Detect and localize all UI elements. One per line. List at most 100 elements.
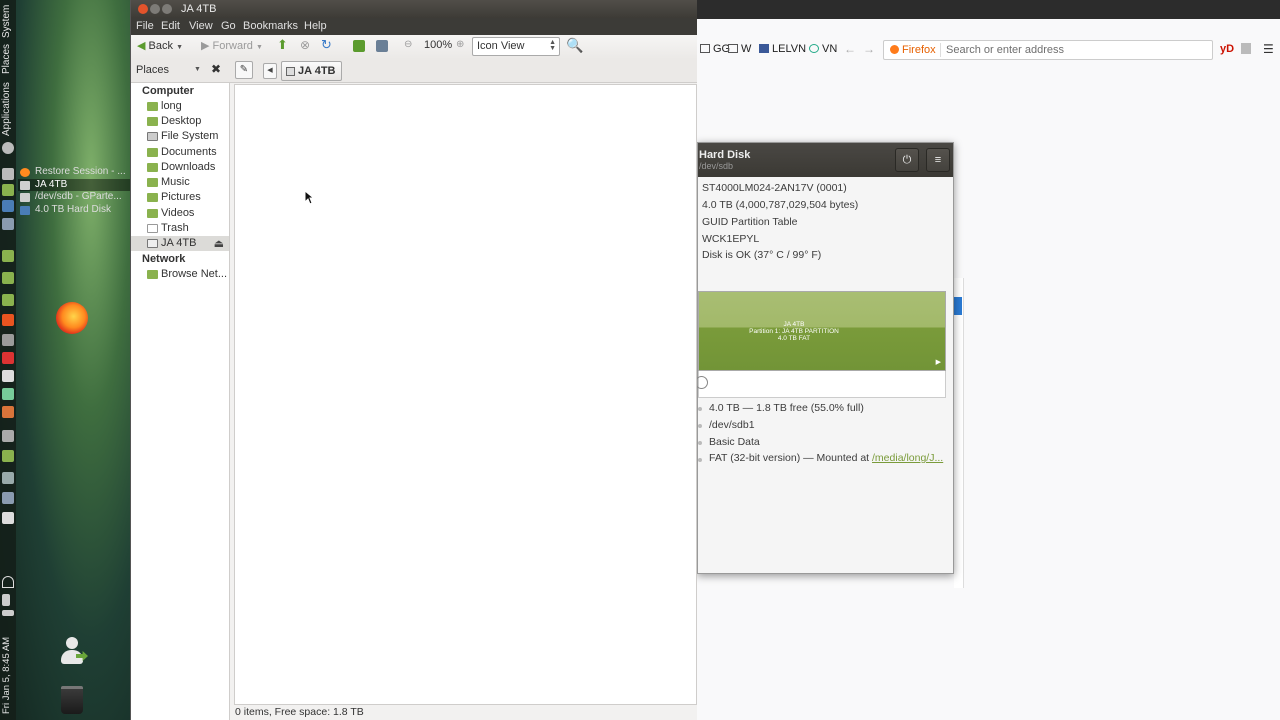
- breadcrumb[interactable]: JA 4TB: [281, 61, 342, 81]
- firefox-titlebar: [697, 0, 1280, 19]
- disk-title: Hard Disk: [699, 149, 751, 161]
- stop-icon[interactable]: ⊗: [300, 38, 310, 52]
- app-launcher-icon[interactable]: [2, 406, 14, 418]
- minimize-window-button[interactable]: [150, 4, 160, 14]
- extension-button[interactable]: yD: [1220, 43, 1234, 55]
- app-launcher-icon[interactable]: [2, 272, 14, 284]
- home-icon[interactable]: [353, 40, 365, 52]
- monitor-icon[interactable]: [2, 218, 14, 230]
- disk-icon[interactable]: [2, 200, 14, 212]
- tool-icon[interactable]: [2, 334, 14, 346]
- user-switch-icon[interactable]: [58, 637, 88, 669]
- firefox-desktop-icon[interactable]: [56, 302, 88, 334]
- up-arrow-icon[interactable]: ⬆: [277, 37, 288, 53]
- mount-point-link[interactable]: /media/long/J...: [872, 452, 943, 464]
- back-button[interactable]: ◀ Back ▼: [137, 39, 183, 52]
- menu-places[interactable]: Places: [1, 42, 15, 74]
- firefox-toolbar: GG W LELVN VN ← → Firefox Search or ente…: [697, 40, 1280, 60]
- app-launcher-icon[interactable]: [2, 512, 14, 524]
- task-hard-disk[interactable]: 4.0 TB Hard Disk: [18, 204, 130, 217]
- identity-box[interactable]: Firefox: [890, 44, 936, 56]
- fm-titlebar: JA 4TB: [131, 0, 697, 18]
- network-icon[interactable]: [2, 472, 14, 484]
- disk-icon: [20, 205, 30, 215]
- task-gparted[interactable]: /dev/sdb - GParte...: [18, 191, 130, 204]
- bookmark-w[interactable]: W: [728, 43, 751, 55]
- back-arrow-icon[interactable]: ←: [844, 42, 856, 56]
- zoom-out-icon[interactable]: ⊖: [404, 39, 412, 50]
- software-center-icon[interactable]: [2, 314, 14, 326]
- task-restore-session[interactable]: Restore Session - ...: [18, 166, 130, 179]
- editor-icon[interactable]: [2, 370, 14, 382]
- zoom-level[interactable]: 100%: [424, 39, 452, 51]
- sidebar-item-long[interactable]: long: [131, 99, 229, 114]
- sidebar-item-trash[interactable]: Trash: [131, 221, 229, 236]
- bookmark-vn[interactable]: VN: [809, 43, 837, 55]
- file-view[interactable]: [234, 84, 697, 705]
- status-bar: 0 items, Free space: 1.8 TB: [235, 706, 364, 718]
- folder-icon[interactable]: [2, 184, 14, 196]
- reload-icon[interactable]: ↻: [321, 37, 332, 53]
- close-side-pane-icon[interactable]: ✖: [211, 62, 221, 76]
- menu-help[interactable]: Help: [304, 20, 327, 32]
- clock[interactable]: Fri Jan 5, 8:45 AM: [1, 622, 15, 714]
- terminal-icon[interactable]: [2, 168, 14, 180]
- sidebar-item-music[interactable]: Music: [131, 175, 229, 190]
- close-window-button[interactable]: [138, 4, 148, 14]
- edit-location-button[interactable]: ✎: [235, 61, 253, 79]
- sidebar-item-videos[interactable]: Videos: [131, 206, 229, 221]
- monitor-icon[interactable]: [2, 492, 14, 504]
- trash-desktop-icon[interactable]: [61, 686, 83, 714]
- menu-applications[interactable]: Applications: [1, 78, 15, 136]
- zoom-in-icon[interactable]: ⊕: [456, 39, 464, 50]
- wifi-icon[interactable]: [2, 576, 14, 588]
- app-launcher-icon[interactable]: [2, 430, 14, 442]
- mounted-indicator-icon: ▶: [935, 359, 941, 366]
- menu-edit[interactable]: Edit: [161, 20, 180, 32]
- sidebar-item-ja-4tb[interactable]: JA 4TB ⏏: [131, 236, 229, 251]
- volume-contents: FAT (32-bit version) — Mounted at /media…: [709, 452, 944, 464]
- battery-icon[interactable]: [2, 610, 14, 616]
- app-launcher-icon[interactable]: [2, 250, 14, 262]
- folder-icon[interactable]: [2, 450, 14, 462]
- sidebar-item-pictures[interactable]: Pictures: [131, 190, 229, 205]
- download-icon[interactable]: [1241, 43, 1251, 54]
- sidebar-item-downloads[interactable]: Downloads: [131, 160, 229, 175]
- window-title: JA 4TB: [181, 3, 217, 15]
- fm-toolbar: ◀ Back ▼ ▶ Forward ▼ ⬆ ⊗ ↻ ⊖ 100% ⊕ Icon…: [131, 35, 697, 59]
- sidebar-item-documents[interactable]: Documents: [131, 145, 229, 160]
- path-left-button[interactable]: ◀: [263, 63, 277, 79]
- menu-system[interactable]: System: [1, 0, 15, 38]
- power-off-button[interactable]: ⏻: [895, 148, 919, 172]
- view-mode-select[interactable]: Icon View ▲ ▼: [472, 37, 560, 56]
- forward-arrow-icon[interactable]: →: [863, 42, 875, 56]
- bookmark-gg[interactable]: GG: [700, 43, 730, 55]
- disk-menu-button[interactable]: ≡: [926, 148, 950, 172]
- app-launcher-icon[interactable]: [2, 388, 14, 400]
- address-bar[interactable]: Firefox Search or enter address: [883, 40, 1213, 60]
- menu-icon: ≡: [934, 154, 942, 166]
- menu-file[interactable]: File: [136, 20, 154, 32]
- eject-icon[interactable]: ⏏: [214, 237, 224, 251]
- sidebar-item-desktop[interactable]: Desktop: [131, 114, 229, 129]
- forward-button[interactable]: ▶ Forward ▼: [201, 39, 263, 52]
- side-pane-selector[interactable]: Places ▼: [136, 64, 201, 76]
- sidebar-item-file-system[interactable]: File System: [131, 129, 229, 144]
- search-icon[interactable]: 🔍: [566, 37, 583, 54]
- hamburger-menu-icon[interactable]: ☰: [1263, 42, 1274, 56]
- app-launcher-icon[interactable]: [2, 294, 14, 306]
- maximize-window-button[interactable]: [162, 4, 172, 14]
- music-folder-icon: [147, 178, 158, 187]
- home-folder-icon: [147, 102, 158, 111]
- drive-icon: [147, 132, 158, 141]
- bookmark-lelvn[interactable]: LELVN: [759, 43, 806, 55]
- computer-icon[interactable]: [376, 40, 388, 52]
- volume-map[interactable]: JA 4TB Partition 1: JA 4TB PARTITION 4.0…: [698, 291, 946, 371]
- download-icon[interactable]: [2, 352, 14, 364]
- menu-go[interactable]: Go: [221, 20, 236, 32]
- menu-bookmarks[interactable]: Bookmarks: [243, 20, 298, 32]
- menu-view[interactable]: View: [189, 20, 213, 32]
- sidebar-item-browse-network[interactable]: Browse Net...: [131, 267, 229, 282]
- volume-icon[interactable]: [2, 594, 10, 606]
- task-ja-4tb[interactable]: JA 4TB: [18, 178, 130, 192]
